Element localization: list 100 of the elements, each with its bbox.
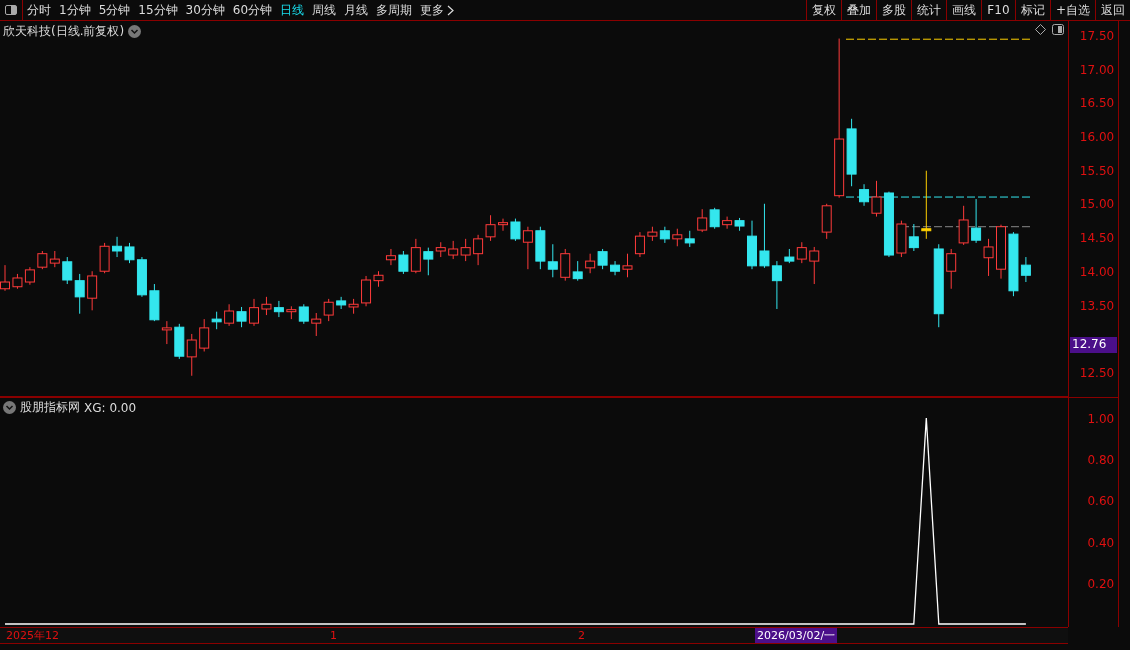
candlestick: [186, 333, 197, 377]
period-tab[interactable]: 月线: [340, 0, 373, 20]
price-tick-label: 12.50: [1079, 366, 1115, 381]
period-tab[interactable]: 30分钟: [181, 0, 229, 20]
toolbar-button[interactable]: F10: [980, 0, 1015, 20]
indicator-tick-label: 1.00: [1087, 412, 1115, 427]
candlestick: [74, 273, 85, 315]
candlestick: [1020, 256, 1031, 283]
panel-toggle-icon[interactable]: [1052, 24, 1064, 35]
price-tick-label: 15.50: [1079, 163, 1115, 178]
candlestick: [572, 260, 583, 282]
candlestick: [261, 296, 272, 316]
candlestick: [410, 238, 421, 274]
price-tick-label: 16.50: [1079, 96, 1115, 111]
period-tab[interactable]: 1分钟: [55, 0, 95, 20]
candlestick: [597, 248, 608, 270]
candlestick: [62, 256, 73, 285]
candlestick: [971, 198, 982, 244]
candlestick: [448, 240, 459, 260]
candlestick: [273, 300, 284, 318]
indicator-tick-label: 0.40: [1087, 535, 1115, 550]
indicator-tick-label: 0.80: [1087, 453, 1115, 468]
toolbar-button[interactable]: 复权: [805, 0, 841, 20]
candlestick: [298, 303, 309, 325]
candlestick: [722, 216, 733, 230]
candlestick: [697, 208, 708, 233]
period-tab[interactable]: 15分钟: [134, 0, 182, 20]
candlestick: [759, 203, 770, 269]
price-tick-label: 17.50: [1079, 28, 1115, 43]
candlestick: [522, 226, 533, 270]
indicator-title: 股朋指标网: [20, 399, 80, 416]
candlestick: [958, 205, 969, 246]
candlestick: [610, 260, 621, 276]
candlestick: [983, 238, 994, 277]
toolbar-button[interactable]: 返回: [1095, 0, 1130, 20]
more-button[interactable]: 更多: [416, 0, 459, 20]
toolbar-button[interactable]: 标记: [1014, 0, 1050, 20]
price-tag: 12.76: [1070, 337, 1117, 353]
indicator-tick-label: 0.20: [1087, 576, 1115, 591]
candlestick: [622, 253, 633, 278]
candlestick: [510, 218, 521, 242]
candlestick: [311, 312, 322, 337]
candlestick: [585, 253, 596, 274]
candlestick: [37, 250, 48, 270]
date-axis-label: 2025年12: [6, 628, 59, 643]
chevron-right-icon: [447, 4, 455, 16]
candlestick: [460, 238, 471, 262]
candlestick: [771, 260, 782, 310]
candlestick: [871, 180, 882, 218]
price-tick-label: 17.00: [1079, 62, 1115, 77]
price-tick-label: 13.50: [1079, 298, 1115, 313]
toolbar-button[interactable]: 统计: [910, 0, 946, 20]
candlestick: [796, 241, 807, 264]
candlestick: [323, 298, 334, 322]
indicator-reading: XG: 0.00: [84, 400, 137, 415]
candlestick: [473, 234, 484, 266]
price-tick-label: 14.50: [1079, 231, 1115, 246]
candlestick: [199, 318, 210, 352]
price-tick-label: 15.00: [1079, 197, 1115, 212]
toolbar-button[interactable]: 画线: [945, 0, 981, 20]
diamond-icon[interactable]: [1035, 24, 1046, 35]
toolbar-button[interactable]: 叠加: [840, 0, 876, 20]
period-tab[interactable]: 分时: [23, 0, 55, 20]
period-tab[interactable]: 多周期: [372, 0, 417, 20]
date-axis-label: 2: [578, 628, 585, 643]
candlestick: [398, 250, 409, 275]
dropdown-icon[interactable]: [3, 401, 16, 414]
period-tab[interactable]: 60分钟: [228, 0, 277, 20]
period-tab[interactable]: 周线: [308, 0, 341, 20]
period-tab[interactable]: 日线: [276, 0, 309, 20]
candlestick: [498, 218, 508, 232]
candlestick: [87, 270, 98, 311]
price-tick-label: 16.00: [1079, 130, 1115, 144]
candlestick: [224, 303, 235, 327]
indicator-tick-label: 0.60: [1087, 494, 1115, 509]
candlestick: [249, 298, 259, 327]
candlestick: [485, 214, 496, 242]
period-tab[interactable]: 5分钟: [94, 0, 135, 20]
candlestick: [859, 183, 870, 207]
toolbar-button[interactable]: +自选: [1049, 0, 1095, 20]
toolbar-button[interactable]: 多股: [875, 0, 911, 20]
candlestick: [547, 243, 558, 278]
candlestick: [946, 248, 957, 290]
candlestick: [161, 320, 172, 345]
candlestick: [908, 223, 919, 252]
candlestick: [385, 248, 396, 266]
candlestick: [809, 246, 820, 285]
candlestick: [124, 242, 135, 264]
candlestick: [709, 207, 720, 230]
candlestick: [361, 275, 372, 307]
price-tick-label: 14.00: [1079, 264, 1115, 279]
candlestick: [921, 170, 932, 240]
chart-title: 欣天科技(日线.前复权): [3, 23, 125, 40]
candlestick: [560, 248, 571, 282]
candlestick: [423, 247, 434, 276]
dropdown-icon[interactable]: [128, 25, 142, 38]
candlestick: [112, 236, 123, 258]
date-axis-label: 1: [330, 628, 337, 643]
candlestick: [236, 306, 247, 328]
cursor-date-label: 2026/03/02/一: [755, 628, 838, 643]
